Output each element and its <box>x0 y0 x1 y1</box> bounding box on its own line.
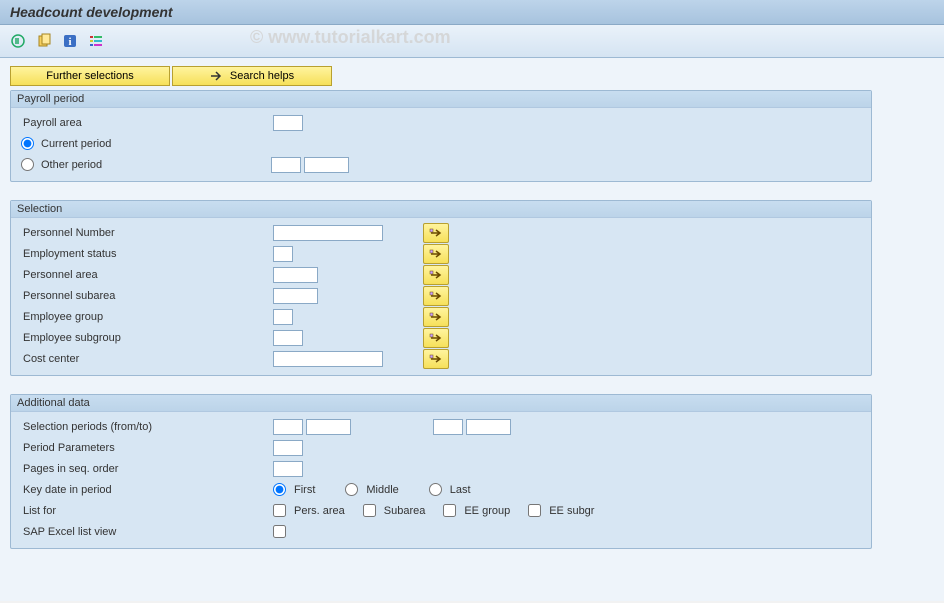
list-for-ee-subgr-checkbox[interactable]: EE subgr <box>528 504 594 517</box>
multiple-selection-button[interactable] <box>423 328 449 348</box>
watermark: © www.tutorialkart.com <box>250 27 451 48</box>
key-date-first-radio[interactable]: First <box>273 483 315 496</box>
multiple-selection-button[interactable] <box>423 286 449 306</box>
field-label: Personnel area <box>21 269 273 281</box>
employee-group-input[interactable] <box>273 309 293 325</box>
personnel-area-input[interactable] <box>273 267 318 283</box>
radio-input[interactable] <box>345 483 358 496</box>
field-label: Cost center <box>21 353 273 365</box>
info-icon[interactable]: i <box>60 32 80 50</box>
period-parameters-label: Period Parameters <box>21 442 273 454</box>
multiple-selection-button[interactable] <box>423 307 449 327</box>
sel-period-to-1[interactable] <box>433 419 463 435</box>
key-date-last-radio[interactable]: Last <box>429 483 471 496</box>
multiple-selection-button[interactable] <box>423 223 449 243</box>
multiple-selection-button[interactable] <box>423 265 449 285</box>
radio-label: Other period <box>41 159 102 171</box>
search-helps-button[interactable]: Search helps <box>172 66 332 86</box>
radio-input[interactable] <box>273 483 286 496</box>
other-period-input-1[interactable] <box>271 157 301 173</box>
list-for-subarea-checkbox[interactable]: Subarea <box>363 504 426 517</box>
personnel-number-input[interactable] <box>273 225 383 241</box>
field-label: Personnel subarea <box>21 290 273 302</box>
button-label: Further selections <box>46 70 133 82</box>
option-label: EE subgr <box>549 505 594 517</box>
sel-period-from-1[interactable] <box>273 419 303 435</box>
radio-input[interactable] <box>21 137 34 150</box>
group-title: Payroll period <box>11 91 871 108</box>
employment-status-input[interactable] <box>273 246 293 262</box>
button-row: Further selections Search helps <box>10 66 934 86</box>
radio-input[interactable] <box>429 483 442 496</box>
svg-text:i: i <box>68 36 71 48</box>
radio-label: Current period <box>41 138 111 150</box>
multiple-selection-button[interactable] <box>423 244 449 264</box>
button-label: Search helps <box>230 70 294 82</box>
payroll-period-group: Payroll period Payroll area Current peri… <box>10 90 872 182</box>
option-label: Pers. area <box>294 505 345 517</box>
radio-input[interactable] <box>21 158 34 171</box>
pages-seq-input[interactable] <box>273 461 303 477</box>
execute-icon[interactable] <box>8 32 28 50</box>
field-label: Employee subgroup <box>21 332 273 344</box>
group-title: Additional data <box>11 395 871 412</box>
field-label: Employee group <box>21 311 273 323</box>
other-period-input-2[interactable] <box>304 157 349 173</box>
current-period-radio[interactable]: Current period <box>21 137 111 150</box>
payroll-area-input[interactable] <box>273 115 303 131</box>
option-label: First <box>294 484 315 496</box>
page-title: Headcount development <box>0 0 944 25</box>
option-label: Middle <box>366 484 398 496</box>
sel-period-to-2[interactable] <box>466 419 511 435</box>
content-area: Further selections Search helps Payroll … <box>0 58 944 601</box>
selection-group: Selection Personnel Number Employment st… <box>10 200 872 376</box>
field-label: Employment status <box>21 248 273 260</box>
list-for-label: List for <box>21 505 273 517</box>
group-title: Selection <box>11 201 871 218</box>
selection-periods-label: Selection periods (from/to) <box>21 421 273 433</box>
key-date-middle-radio[interactable]: Middle <box>345 483 398 496</box>
additional-data-group: Additional data Selection periods (from/… <box>10 394 872 549</box>
list-for-pers-area-checkbox[interactable]: Pers. area <box>273 504 345 517</box>
pages-seq-label: Pages in seq. order <box>21 463 273 475</box>
excel-view-label: SAP Excel list view <box>21 526 273 538</box>
sel-period-from-2[interactable] <box>306 419 351 435</box>
toolbar: i © www.tutorialkart.com <box>0 25 944 58</box>
excel-view-checkbox[interactable] <box>273 525 286 538</box>
list-for-ee-group-checkbox[interactable]: EE group <box>443 504 510 517</box>
period-parameters-input[interactable] <box>273 440 303 456</box>
cost-center-input[interactable] <box>273 351 383 367</box>
checkbox-input[interactable] <box>443 504 456 517</box>
other-period-radio[interactable]: Other period <box>21 158 271 171</box>
field-label: Personnel Number <box>21 227 273 239</box>
multiple-selection-button[interactable] <box>423 349 449 369</box>
variant-icon[interactable] <box>34 32 54 50</box>
list-icon[interactable] <box>86 32 106 50</box>
payroll-area-label: Payroll area <box>21 117 273 129</box>
option-label: Subarea <box>384 505 426 517</box>
checkbox-input[interactable] <box>363 504 376 517</box>
personnel-subarea-input[interactable] <box>273 288 318 304</box>
option-label: EE group <box>464 505 510 517</box>
checkbox-input[interactable] <box>273 504 286 517</box>
checkbox-input[interactable] <box>528 504 541 517</box>
further-selections-button[interactable]: Further selections <box>10 66 170 86</box>
option-label: Last <box>450 484 471 496</box>
key-date-label: Key date in period <box>21 484 273 496</box>
arrow-right-icon <box>210 70 224 82</box>
employee-subgroup-input[interactable] <box>273 330 303 346</box>
